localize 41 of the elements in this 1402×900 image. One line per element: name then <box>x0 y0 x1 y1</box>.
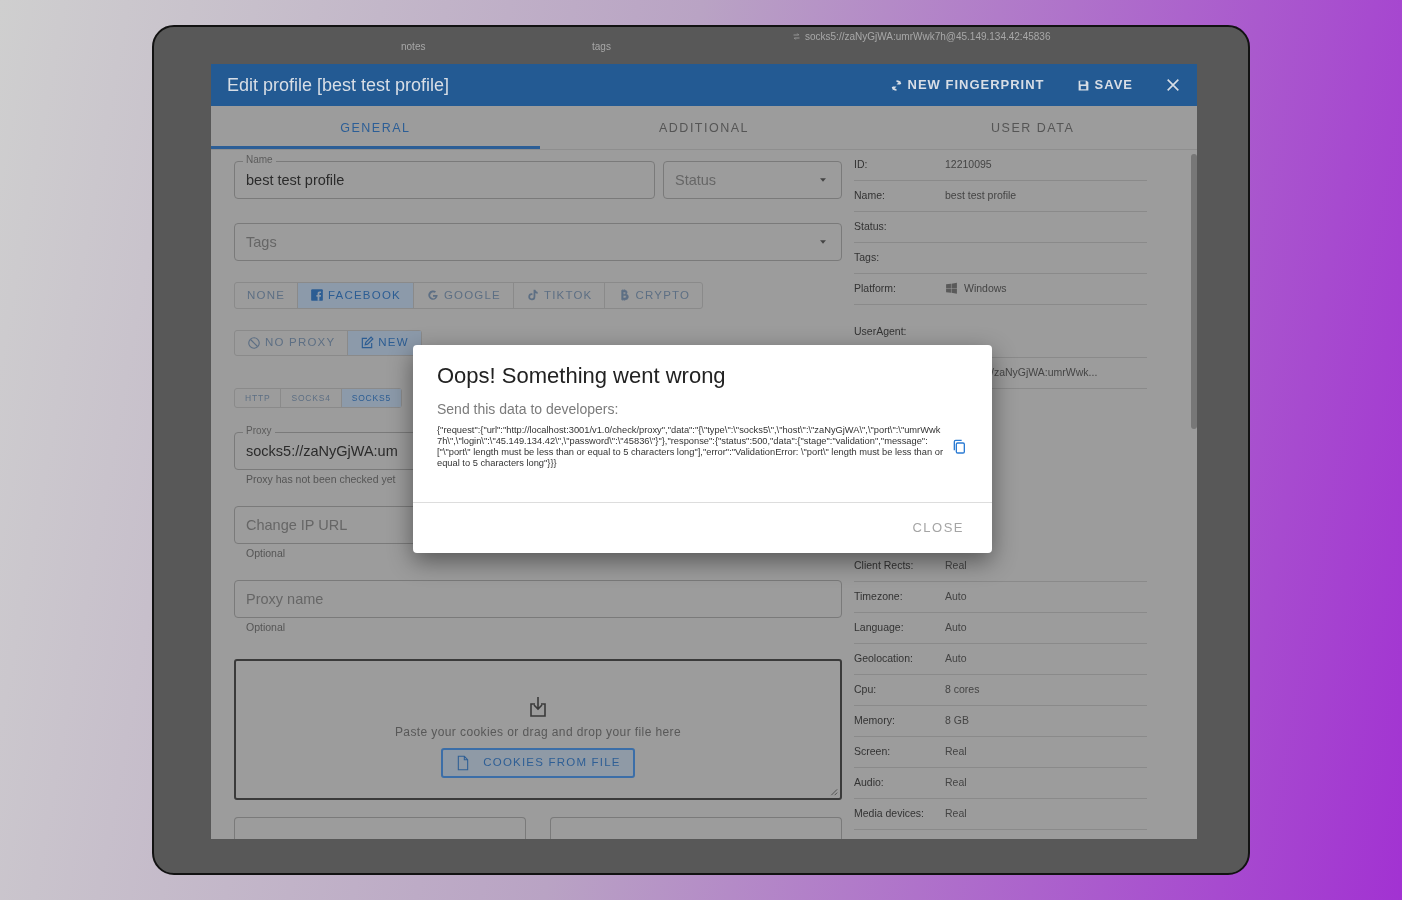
helper-text: Optional <box>245 621 287 633</box>
info-label: Client Rects: <box>854 557 915 573</box>
info-label: Geolocation: <box>854 650 914 666</box>
info-value: Real <box>945 557 967 573</box>
field-label: Name <box>243 153 276 166</box>
info-label: Cpu: <box>854 681 878 697</box>
proxy-address: socks5://zaNyGjWA:umrWwk7h@45.149.134.42:45836 <box>805 30 1051 44</box>
drop-hint: Paste your cookies or drag and drop your file here <box>394 724 682 742</box>
error-details: {"request":{"url":"http://localhost:3001/v1.0/check/proxy","data":"{\"type\":\"socks5\",\"host\":\"zaNyGjWA\",\"port\":\"umrWwk7h\",\"login\":\"45.149.134.42\",\"password\":\"45836\"}"},"response":{"status":500,"data":{"stage":"validation","message":["\"port\" length must be less than or equal to 5 characters long"],"error":"ValidationError: \"port\" length must be less than or equal to 5 characters long"}}} <box>437 425 943 469</box>
info-label: Timezone: <box>854 588 904 604</box>
info-label: Memory: <box>854 712 896 728</box>
modal-title: Oops! Something went wrong <box>437 363 727 389</box>
info-value: best test profile <box>945 187 1017 203</box>
info-label: UserAgent: <box>854 323 908 339</box>
info-label: Screen: <box>854 743 892 759</box>
info-value: Real <box>945 805 967 821</box>
info-value: Auto <box>945 619 967 635</box>
info-value: Real <box>945 743 967 759</box>
dialog-title: Edit profile [best test profile] <box>227 73 451 97</box>
info-label: Audio: <box>854 774 885 790</box>
info-value: 12210095 <box>945 156 992 172</box>
info-value: Real <box>945 774 967 790</box>
info-value: Windows <box>964 280 1007 296</box>
helper-text: Optional <box>245 547 287 559</box>
info-label: Status: <box>854 218 888 234</box>
info-label: Name: <box>854 187 886 203</box>
modal-subtitle: Send this data to developers: <box>437 400 620 419</box>
info-value: 8 cores <box>945 681 980 697</box>
info-value: Auto <box>945 650 967 666</box>
info-label: Language: <box>854 619 905 635</box>
column-header: tags <box>592 40 611 54</box>
info-value: 8 GB <box>945 712 969 728</box>
info-label: Tags: <box>854 249 881 265</box>
info-label: Media devices: <box>854 805 926 821</box>
info-value: /zaNyGjWA:umrWwk... <box>991 364 1098 380</box>
column-header: notes <box>401 40 426 54</box>
helper-text: Proxy has not been checked yet <box>245 473 397 485</box>
field-label: Proxy <box>243 425 275 437</box>
info-label: Platform: <box>854 280 897 296</box>
info-value: Auto <box>945 588 967 604</box>
info-label: ID: <box>854 156 869 172</box>
